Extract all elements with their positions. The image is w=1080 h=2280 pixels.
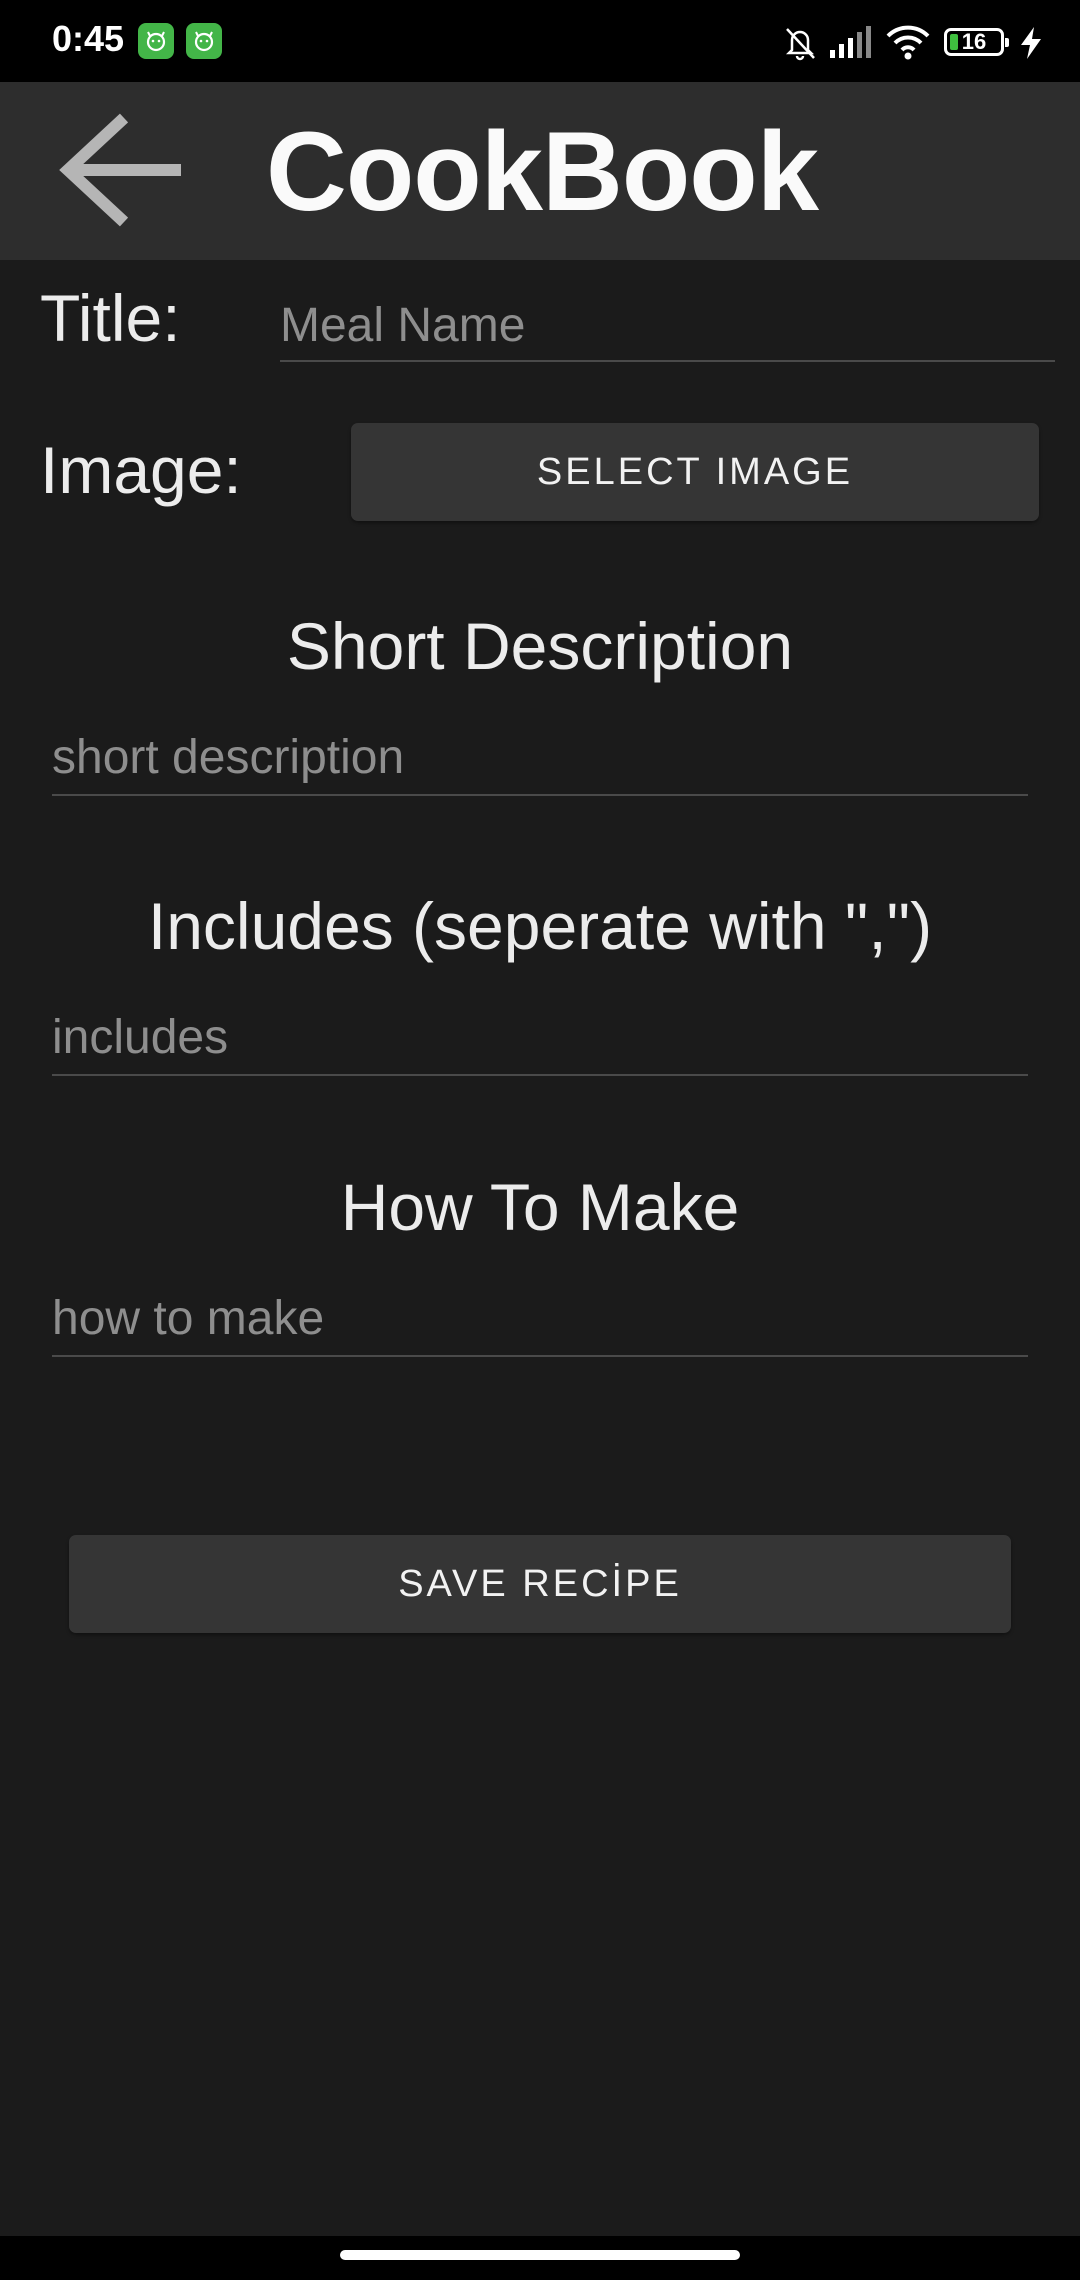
wifi-icon [886,25,930,60]
select-image-button[interactable]: SELECT IMAGE [351,423,1039,521]
screen: 0:45 16 CookBook Title: Meal Name Image:… [0,0,1080,2280]
home-indicator[interactable] [340,2250,740,2260]
app-title: CookBook [266,109,819,234]
status-time: 0:45 [52,18,125,59]
includes-input[interactable] [52,1000,1028,1076]
app-notification-icon [138,23,174,59]
title-label: Title: [40,281,181,355]
how-to-make-heading: How To Make [340,1170,740,1244]
battery-icon: 16 [944,28,1009,56]
status-bar: 0:45 16 [0,0,1080,82]
navigation-bar [0,2236,1080,2280]
image-label: Image: [40,433,242,507]
save-recipe-button[interactable]: SAVE RECİPE [69,1535,1011,1633]
meal-name-input[interactable] [280,290,1055,362]
app-notification-icon [186,23,222,59]
how-to-make-input[interactable] [52,1281,1028,1357]
app-bar: CookBook [0,82,1080,260]
cellular-signal-icon [830,26,871,58]
bell-off-icon [785,28,815,61]
charging-bolt-icon [1021,27,1041,59]
short-description-input[interactable] [52,720,1028,796]
includes-heading: Includes (seperate with ",") [147,889,933,963]
short-description-heading: Short Description [286,609,794,683]
back-button[interactable] [56,110,186,230]
battery-level: 16 [961,29,987,54]
arrow-left-icon [59,113,181,227]
